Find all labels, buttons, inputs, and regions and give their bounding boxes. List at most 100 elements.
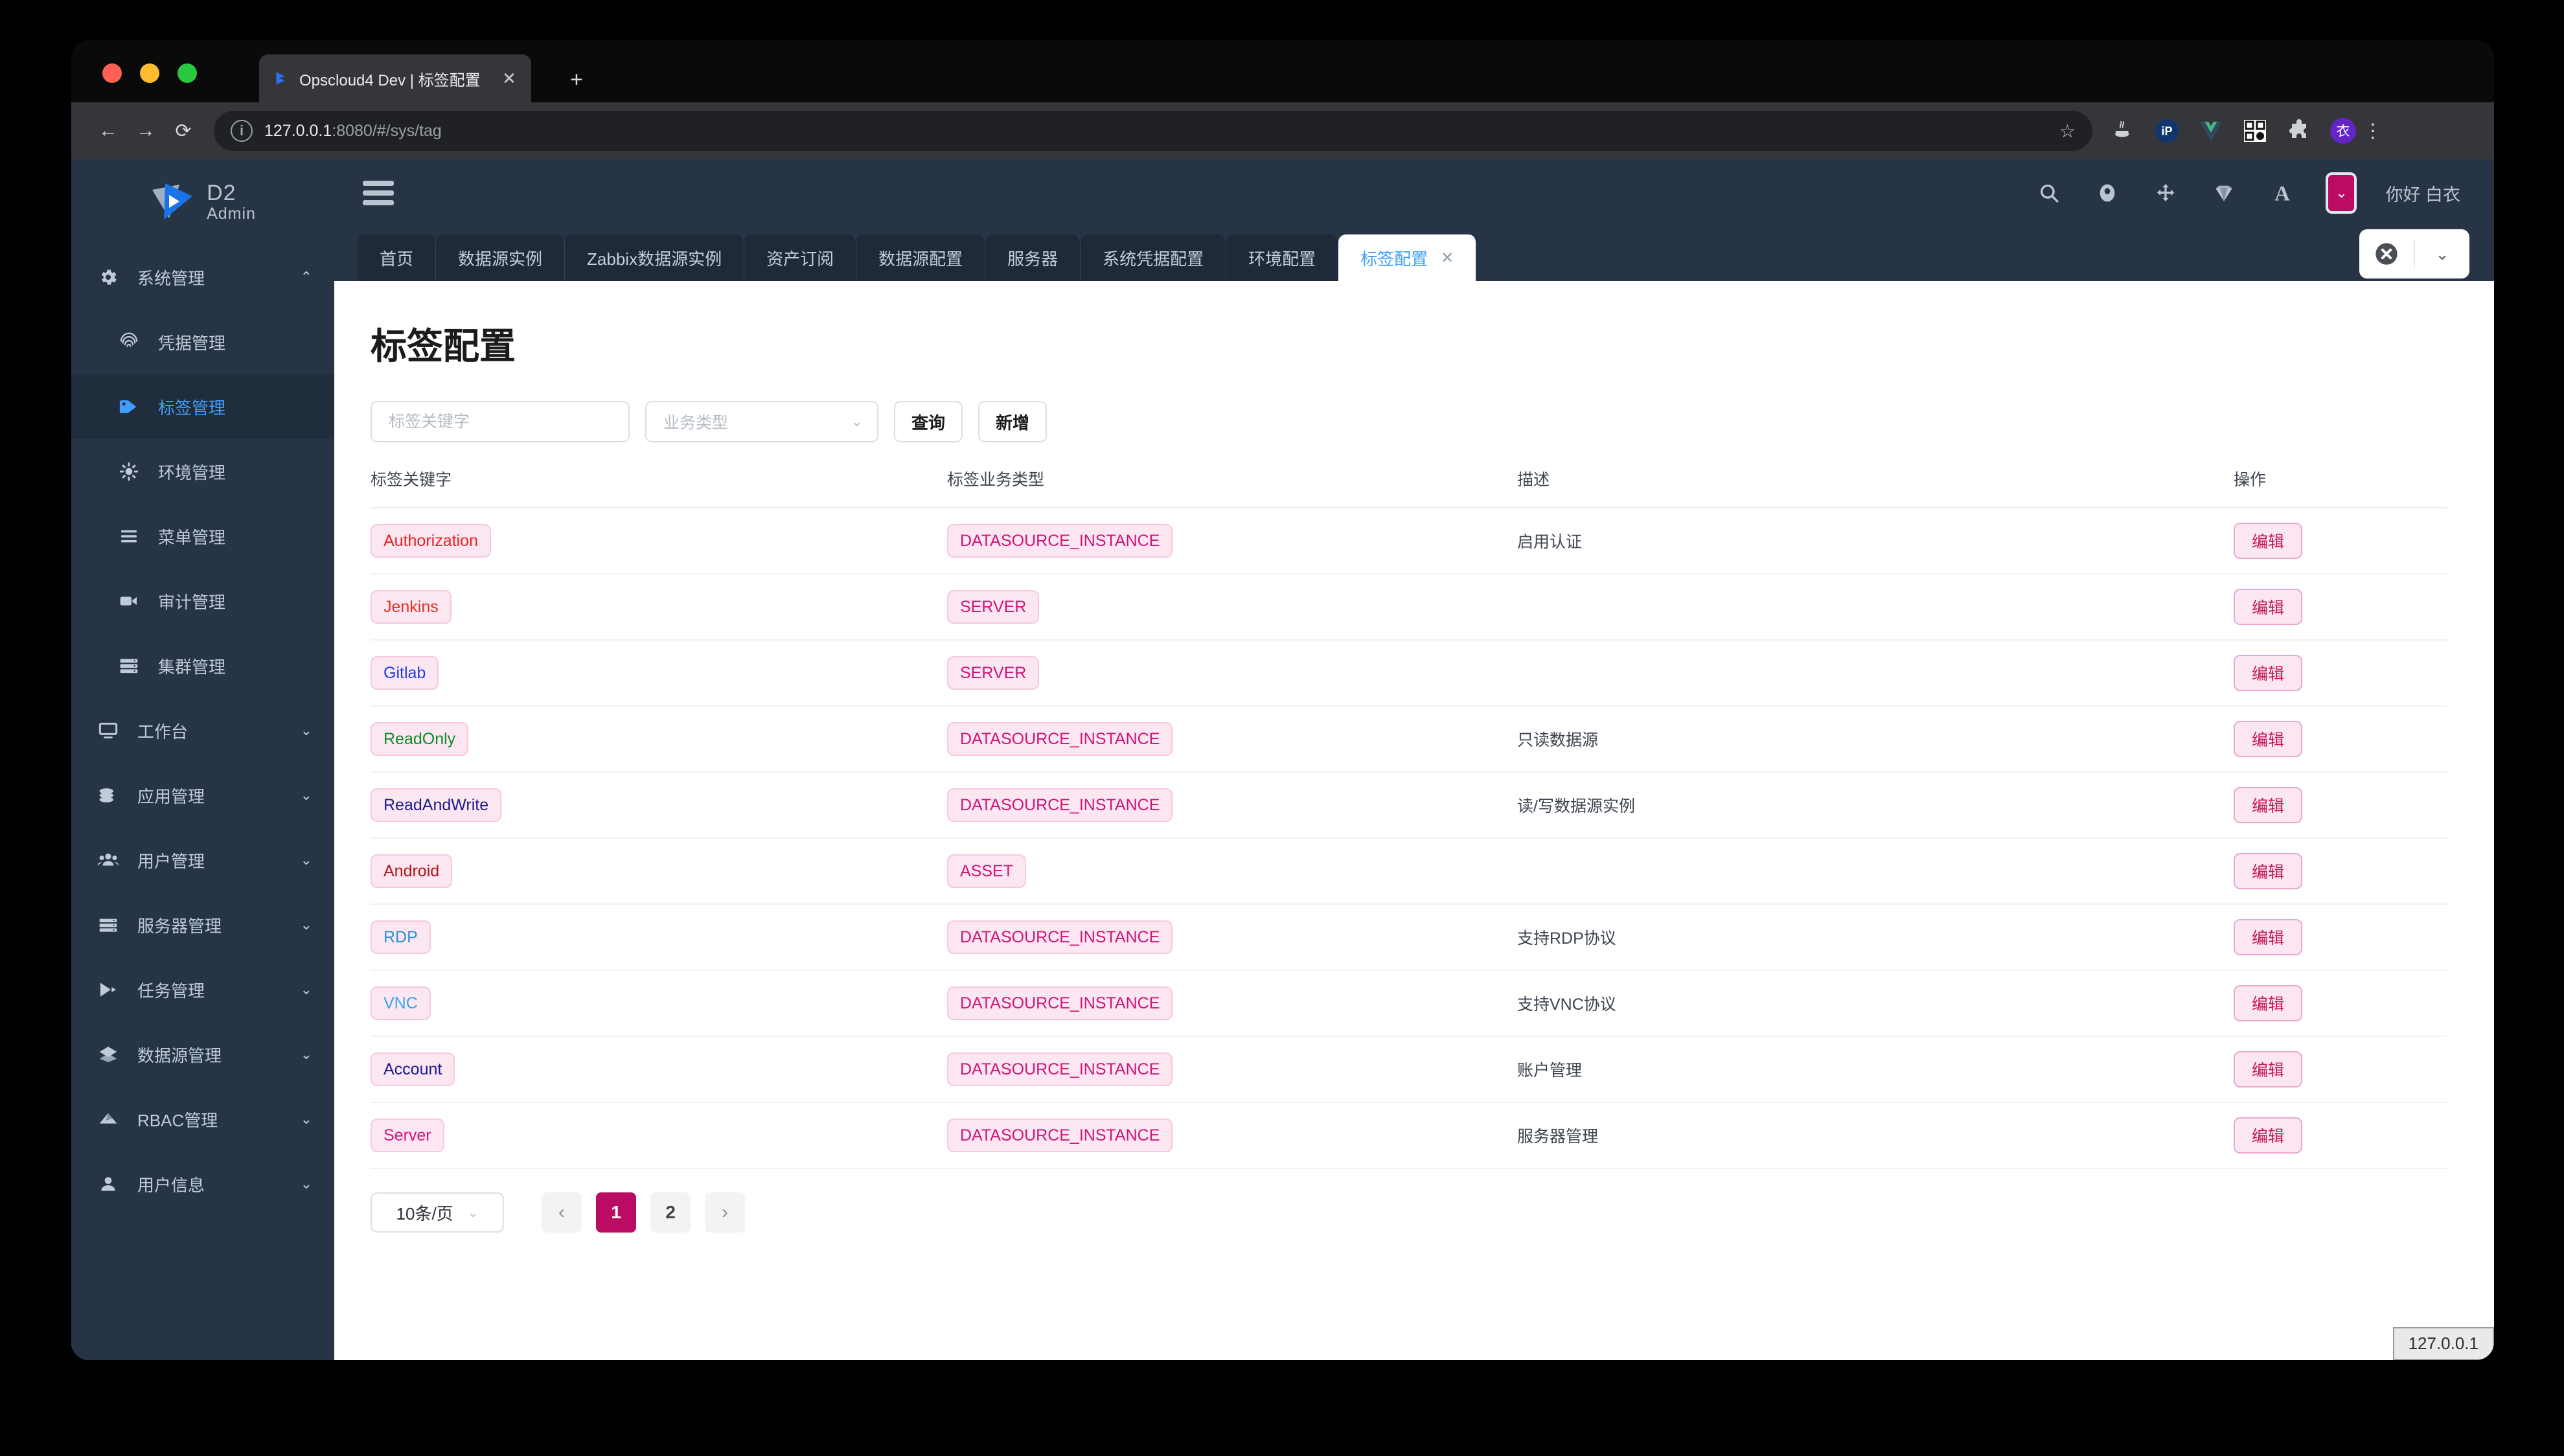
tab-label: 数据源配置 bbox=[878, 249, 963, 269]
tag-key-pill: Jenkins bbox=[371, 590, 452, 624]
edit-button[interactable]: 编辑 bbox=[2234, 985, 2303, 1021]
hamburger-icon[interactable] bbox=[363, 176, 394, 210]
tab-close-icon[interactable]: ✕ bbox=[499, 69, 520, 89]
sidebar-item-workbench[interactable]: 工作台 ⌄ bbox=[71, 698, 334, 763]
tab-datasource-instance[interactable]: 数据源实例 bbox=[436, 234, 566, 281]
edit-button[interactable]: 编辑 bbox=[2234, 919, 2303, 955]
tabbar-controls: ⌄ bbox=[2359, 229, 2469, 279]
tab-environment-config[interactable]: 环境配置 bbox=[1226, 234, 1339, 281]
edit-button[interactable]: 编辑 bbox=[2234, 655, 2303, 691]
vue-icon[interactable] bbox=[2197, 117, 2225, 144]
sidebar-item-label: 应用管理 bbox=[137, 786, 205, 806]
edit-button[interactable]: 编辑 bbox=[2234, 1051, 2303, 1087]
sidebar-item-user-management[interactable]: 用户管理 ⌄ bbox=[71, 828, 334, 893]
bookmark-star-icon[interactable]: ☆ bbox=[2059, 120, 2076, 142]
tab-datasource-config[interactable]: 数据源配置 bbox=[856, 234, 986, 281]
sidebar-item-label: 服务器管理 bbox=[137, 916, 222, 936]
tag-key-pill: Gitlab bbox=[371, 656, 439, 690]
qrcode-icon[interactable] bbox=[2241, 117, 2269, 144]
sidebar-item-user-profile[interactable]: 用户信息 ⌄ bbox=[71, 1152, 334, 1216]
brand-name-line1: D2 bbox=[207, 181, 236, 206]
address-bar[interactable]: i 127.0.0.1:8080/#/sys/tag ☆ bbox=[214, 111, 2092, 151]
ip-icon[interactable]: iP bbox=[2153, 117, 2181, 144]
sidebar-item-menu-management[interactable]: 菜单管理 bbox=[71, 504, 334, 569]
java-icon[interactable] bbox=[2109, 117, 2136, 144]
sidebar-item-task-management[interactable]: 任务管理 ⌄ bbox=[71, 957, 334, 1022]
edit-button[interactable]: 编辑 bbox=[2234, 589, 2303, 625]
query-button[interactable]: 查询 bbox=[894, 401, 963, 442]
tab-close-icon[interactable]: ✕ bbox=[1441, 249, 1454, 267]
main-column: A ⌄ 你好 白衣 首页 数据源实例 Zabbix数据源实例 资产订阅 数据源配… bbox=[334, 159, 2494, 1360]
url-path: :8080/#/sys/tag bbox=[332, 121, 442, 140]
tab-asset-subscription[interactable]: 资产订阅 bbox=[744, 234, 857, 281]
tab-zabbix-datasource-instance[interactable]: Zabbix数据源实例 bbox=[565, 234, 745, 281]
back-icon[interactable]: ← bbox=[89, 112, 127, 150]
fullscreen-move-icon[interactable] bbox=[2151, 178, 2181, 208]
close-circle-icon[interactable] bbox=[2359, 241, 2414, 267]
tab-system-credential-config[interactable]: 系统凭据配置 bbox=[1081, 234, 1227, 281]
sidebar-item-label: 标签管理 bbox=[158, 398, 226, 418]
cell-business-type: DATASOURCE_INSTANCE bbox=[947, 772, 1517, 839]
sidebar-item-rbac-management[interactable]: RBAC管理 ⌄ bbox=[71, 1087, 334, 1152]
sidebar-item-audit-management[interactable]: 审计管理 bbox=[71, 569, 334, 633]
sidebar-item-cluster-management[interactable]: 集群管理 bbox=[71, 633, 334, 698]
sidebar-item-label: RBAC管理 bbox=[137, 1110, 218, 1130]
browser-menu-icon[interactable]: ⋮ bbox=[2363, 121, 2383, 141]
edit-button[interactable]: 编辑 bbox=[2234, 787, 2303, 823]
add-button[interactable]: 新增 bbox=[978, 401, 1047, 442]
forward-icon[interactable]: → bbox=[127, 112, 165, 150]
reload-icon[interactable]: ⟳ bbox=[165, 112, 202, 150]
gem-icon[interactable] bbox=[2209, 178, 2239, 208]
sidebar-item-environment-management[interactable]: 环境管理 bbox=[71, 439, 334, 504]
sidebar-item-datasource-management[interactable]: 数据源管理 ⌄ bbox=[71, 1022, 334, 1087]
next-page-button[interactable]: › bbox=[705, 1192, 745, 1233]
cell-action: 编辑 bbox=[2234, 706, 2447, 773]
theme-switch-button[interactable]: ⌄ bbox=[2326, 172, 2357, 214]
browser-toolbar: ← → ⟳ i 127.0.0.1:8080/#/sys/tag ☆ iP 衣 … bbox=[71, 102, 2494, 159]
browser-tab[interactable]: Opscloud4 Dev | 标签配置 ✕ bbox=[259, 54, 531, 102]
business-type-pill: SERVER bbox=[947, 590, 1040, 624]
edit-button[interactable]: 编辑 bbox=[2234, 523, 2303, 559]
cell-business-type: SERVER bbox=[947, 574, 1517, 641]
sidebar-item-label: 凭据管理 bbox=[158, 333, 226, 353]
edit-button[interactable]: 编辑 bbox=[2234, 1117, 2303, 1154]
tab-home[interactable]: 首页 bbox=[358, 234, 437, 281]
table-row: ReadOnly DATASOURCE_INSTANCE 只读数据源 编辑 bbox=[371, 706, 2447, 773]
sidebar-item-credential-management[interactable]: 凭据管理 bbox=[71, 310, 334, 374]
cell-business-type: DATASOURCE_INSTANCE bbox=[947, 904, 1517, 971]
record-icon[interactable] bbox=[2092, 178, 2122, 208]
brand-logo-block[interactable]: D2 Admin bbox=[71, 159, 334, 245]
puzzle-extension-icon[interactable] bbox=[2285, 117, 2313, 144]
minimize-window-button[interactable] bbox=[140, 63, 159, 83]
sidebar-item-server-management[interactable]: 服务器管理 ⌄ bbox=[71, 893, 334, 957]
tag-keyword-input[interactable] bbox=[371, 401, 630, 442]
sidebar-item-label: 菜单管理 bbox=[158, 527, 226, 547]
search-icon[interactable] bbox=[2034, 178, 2064, 208]
maximize-window-button[interactable] bbox=[177, 63, 197, 83]
profile-avatar-yi[interactable]: 衣 bbox=[2329, 117, 2357, 144]
chevron-down-icon[interactable]: ⌄ bbox=[2415, 244, 2469, 264]
font-size-icon[interactable]: A bbox=[2267, 178, 2297, 208]
new-tab-button[interactable]: + bbox=[570, 69, 583, 91]
close-window-button[interactable] bbox=[102, 63, 122, 83]
site-info-icon[interactable]: i bbox=[231, 120, 253, 142]
edit-button[interactable]: 编辑 bbox=[2234, 721, 2303, 757]
page-button-2[interactable]: 2 bbox=[650, 1192, 691, 1233]
sidebar-item-system-management[interactable]: 系统管理 ⌃ bbox=[71, 245, 334, 310]
menu-lines-icon bbox=[114, 526, 144, 547]
sidebar-item-label: 用户信息 bbox=[137, 1175, 205, 1195]
page-button-1[interactable]: 1 bbox=[596, 1192, 636, 1233]
sidebar-item-application-management[interactable]: 应用管理 ⌄ bbox=[71, 763, 334, 828]
video-camera-icon bbox=[114, 591, 144, 611]
business-type-select[interactable]: 业务类型 ⌄ bbox=[645, 401, 878, 442]
business-type-pill: DATASOURCE_INSTANCE bbox=[947, 1119, 1173, 1152]
edit-button[interactable]: 编辑 bbox=[2234, 853, 2303, 889]
table-row: ReadAndWrite DATASOURCE_INSTANCE 读/写数据源实例编… bbox=[371, 772, 2447, 839]
cell-business-type: DATASOURCE_INSTANCE bbox=[947, 1036, 1517, 1103]
page-size-select[interactable]: 10条/页 ⌄ bbox=[371, 1192, 504, 1233]
tab-server[interactable]: 服务器 bbox=[985, 234, 1081, 281]
sidebar-item-label: 数据源管理 bbox=[137, 1045, 222, 1065]
tab-tag-config[interactable]: 标签配置 ✕ bbox=[1338, 234, 1477, 281]
sidebar-item-tag-management[interactable]: 标签管理 bbox=[71, 374, 334, 439]
prev-page-button[interactable]: ‹ bbox=[542, 1192, 582, 1233]
